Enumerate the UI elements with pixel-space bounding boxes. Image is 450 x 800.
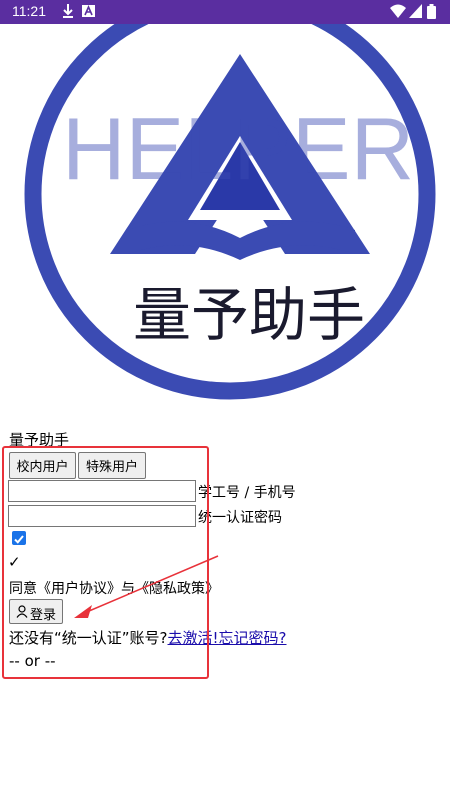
annotation-highlight-box xyxy=(2,446,209,679)
password-label: 统一认证密码 xyxy=(198,510,282,526)
username-label: 学工号 / 手机号 xyxy=(198,485,296,501)
forgot-password-link[interactable]: 忘记密码? xyxy=(219,629,287,647)
login-form: 量予助手 校内用户 特殊用户 学工号 / 手机号 统一认证密码 ✓ 同意《用户协… xyxy=(0,0,450,800)
